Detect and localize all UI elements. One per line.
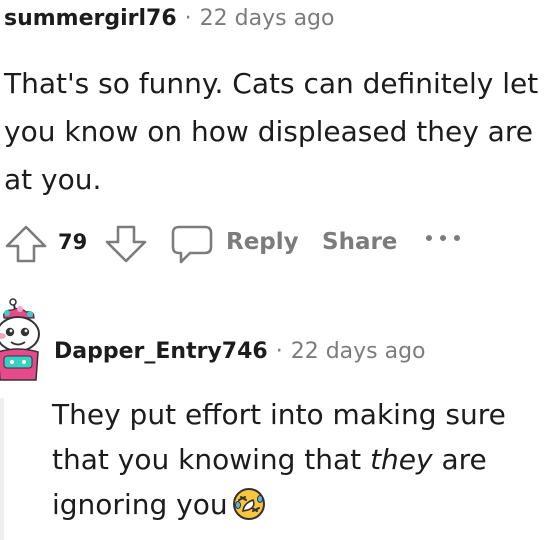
comment-1-meta: summergirl76 · 22 days ago	[4, 6, 335, 31]
snoo-avatar-icon[interactable]	[0, 296, 52, 392]
meta-separator: ·	[184, 6, 192, 31]
vote-score: 79	[58, 230, 88, 254]
downvote-arrow-icon[interactable]	[104, 224, 148, 268]
speech-bubble-icon[interactable]	[170, 224, 214, 270]
comment-2-author[interactable]: Dapper_Entry746	[54, 339, 268, 364]
comment-2-emphasis: they	[370, 443, 433, 476]
thread-line[interactable]	[0, 398, 4, 540]
comment-2-meta: Dapper_Entry746 · 22 days ago	[54, 339, 426, 364]
upvote-arrow-icon[interactable]	[4, 224, 48, 268]
comment-2-body: They put effort into making sure that yo…	[52, 392, 552, 534]
comment-1-action-bar: 79 Reply Share	[0, 222, 557, 266]
reply-button[interactable]: Reply	[226, 229, 299, 255]
share-button[interactable]: Share	[322, 229, 397, 255]
comment-1-timestamp[interactable]: 22 days ago	[200, 6, 335, 31]
meta-separator: ·	[275, 339, 283, 364]
ellipsis-icon[interactable]	[424, 228, 462, 252]
comment-2-timestamp[interactable]: 22 days ago	[291, 339, 426, 364]
laughing-emoji-icon	[232, 487, 266, 534]
comment-1-body: That's so funny. Cats can definitely let…	[4, 67, 539, 196]
comment-1-author[interactable]: summergirl76	[4, 6, 177, 31]
